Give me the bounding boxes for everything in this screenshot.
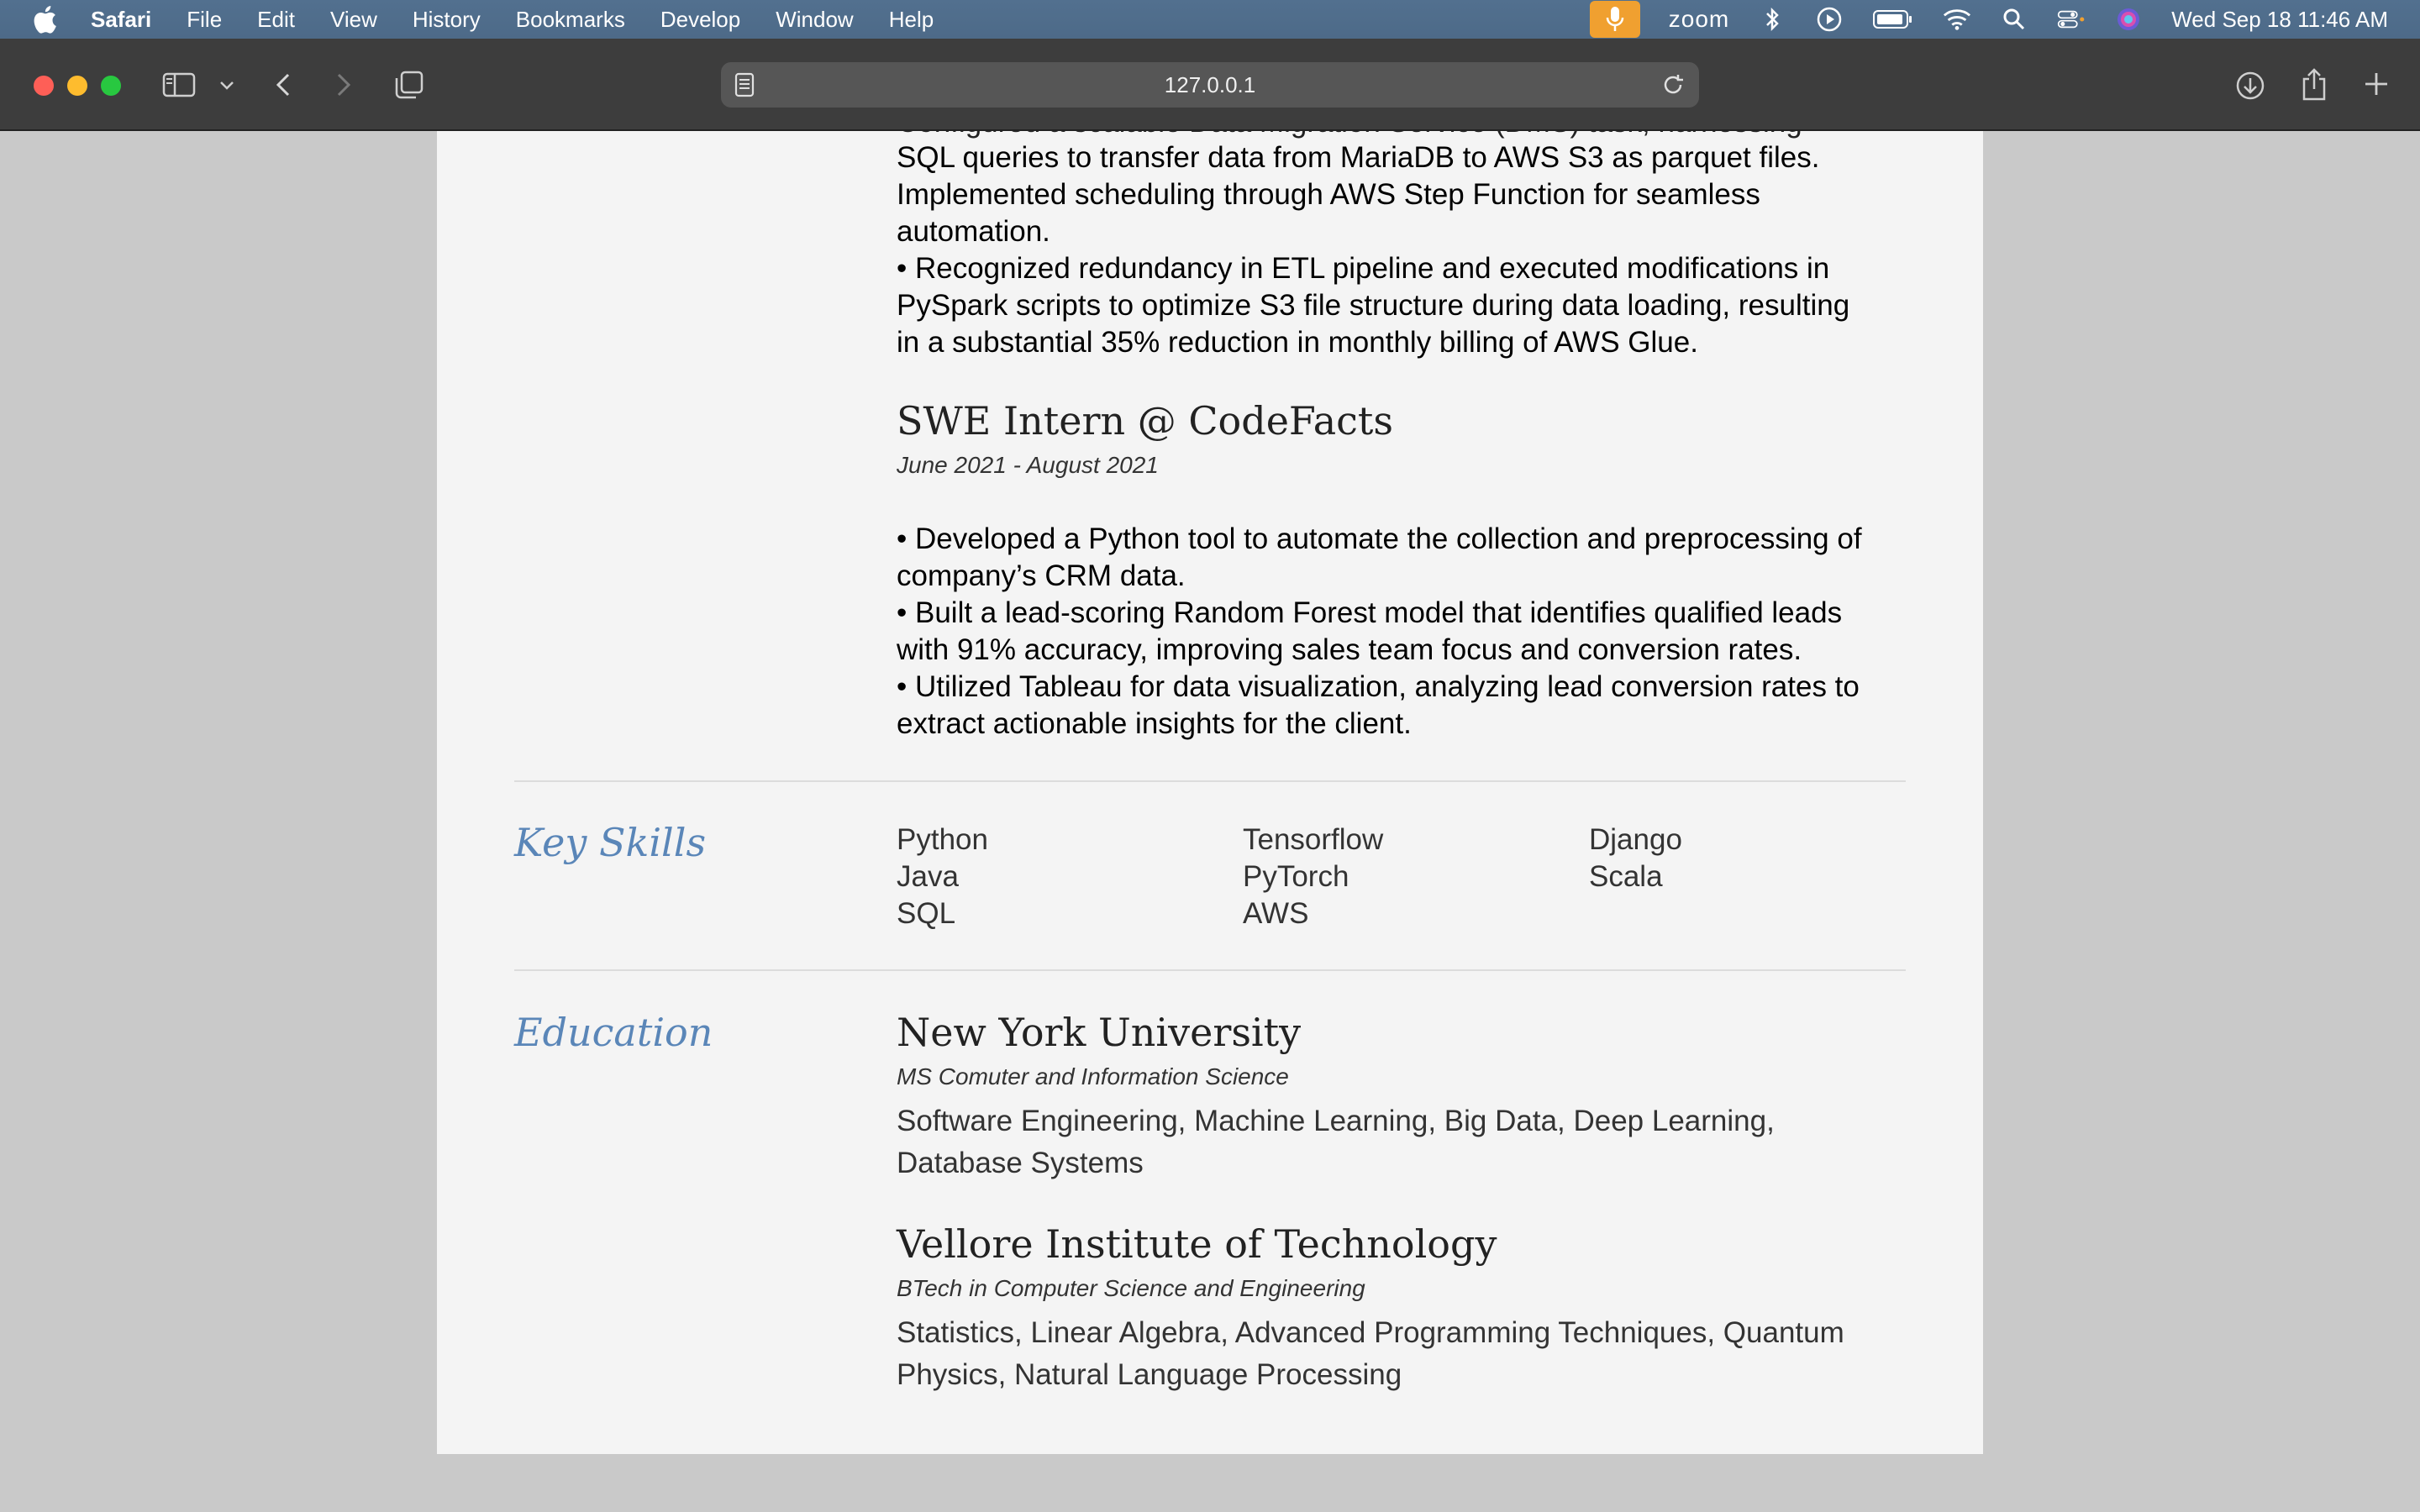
apple-logo-icon[interactable] <box>32 5 57 34</box>
section-divider <box>514 969 1906 971</box>
coursework-line: Database Systems <box>897 1147 1144 1179</box>
menu-history[interactable]: History <box>413 7 481 33</box>
job2-bullet-line: • Built a lead-scoring Random Forest mod… <box>897 596 1843 629</box>
microphone-icon[interactable] <box>1589 1 1640 38</box>
skill-item: Scala <box>1589 860 1663 893</box>
section-divider <box>514 780 1906 782</box>
close-window-button[interactable] <box>34 76 54 96</box>
job2-bullet-line: • Developed a Python tool to automate th… <box>897 522 1862 555</box>
fullscreen-window-button[interactable] <box>101 76 121 96</box>
coursework-line: Software Engineering, Machine Learning, … <box>897 1105 1775 1137</box>
now-playing-icon[interactable] <box>1815 5 1844 34</box>
forward-arrow-icon[interactable] <box>331 71 356 99</box>
menu-bar: Safari File Edit View History Bookmarks … <box>0 0 2420 39</box>
job1-bullet2-line3: in a substantial 35% reduction in monthl… <box>897 326 1698 359</box>
sidebar-toggle-icon[interactable] <box>161 71 197 99</box>
browser-toolbar: 127.0.0.1 <box>0 39 2420 131</box>
share-icon[interactable] <box>2297 66 2331 102</box>
minimize-window-button[interactable] <box>67 76 87 96</box>
menu-bar-clock[interactable]: Wed Sep 18 11:46 AM <box>2171 7 2388 33</box>
skill-item: Django <box>1589 823 1682 856</box>
page-reader-icon[interactable] <box>734 72 755 103</box>
school-name: New York University <box>897 1010 1302 1055</box>
school-name: Vellore Institute of Technology <box>897 1221 1497 1267</box>
job2-bullet-line: with 91% accuracy, improving sales team … <box>897 633 1802 666</box>
job1-bullet2-line2: PySpark scripts to optimize S3 file stru… <box>897 289 1850 322</box>
section-heading-skills: Key Skills <box>514 820 707 865</box>
degree: MS Comuter and Information Science <box>897 1063 1289 1089</box>
degree: BTech in Computer Science and Engineerin… <box>897 1275 1365 1301</box>
url-text: 127.0.0.1 <box>1164 71 1256 97</box>
skill-item: PyTorch <box>1243 860 1349 893</box>
skill-item: Tensorflow <box>1243 823 1384 856</box>
coursework-line: Statistics, Linear Algebra, Advanced Pro… <box>897 1316 1844 1349</box>
skills-grid: Python Tensorflow Django Java PyTorch Sc… <box>897 822 1935 932</box>
new-tab-plus-icon[interactable] <box>2361 69 2391 99</box>
job2-bullet-line: extract actionable insights for the clie… <box>897 707 1412 740</box>
skill-item: Python <box>897 823 988 856</box>
skill-item <box>1589 895 1935 932</box>
downloads-icon[interactable] <box>2233 69 2267 102</box>
tab-overview-icon[interactable] <box>393 69 425 101</box>
menu-safari[interactable]: Safari <box>91 7 151 33</box>
job1-bullet1-line2: Implemented scheduling through AWS Step … <box>897 178 1760 211</box>
chevron-down-icon[interactable] <box>217 76 237 96</box>
section-heading-education: Education <box>514 1010 713 1055</box>
menu-window[interactable]: Window <box>776 7 853 33</box>
spotlight-search-icon[interactable] <box>2000 5 2028 34</box>
zoom-status-item[interactable]: zoom <box>1669 6 1729 33</box>
job1-bullet1-line3: automation. <box>897 215 1050 248</box>
menu-help[interactable]: Help <box>889 7 934 33</box>
resume-document: Configured a scalable Data Migration Ser… <box>437 131 1983 1454</box>
bluetooth-icon[interactable] <box>1758 5 1786 34</box>
skill-item: SQL <box>897 897 956 930</box>
skill-item: AWS <box>1243 897 1309 930</box>
job2-bullet-line: company’s CRM data. <box>897 559 1186 592</box>
menu-develop[interactable]: Develop <box>660 7 740 33</box>
job2-bullet-line: • Utilized Tableau for data visualizatio… <box>897 670 1860 703</box>
address-bar[interactable]: 127.0.0.1 <box>721 62 1699 108</box>
menu-bookmarks[interactable]: Bookmarks <box>516 7 625 33</box>
menu-file[interactable]: File <box>187 7 222 33</box>
job1-bullet2-line1: • Recognized redundancy in ETL pipeline … <box>897 252 1830 285</box>
job-title: SWE Intern @ CodeFacts <box>897 398 1393 444</box>
battery-icon[interactable] <box>1872 5 1914 34</box>
control-center-icon[interactable] <box>2057 5 2086 34</box>
job1-bullet1-line1: SQL queries to transfer data from MariaD… <box>897 141 1820 174</box>
wifi-icon[interactable] <box>1943 5 1971 34</box>
menu-view[interactable]: View <box>330 7 377 33</box>
siri-icon[interactable] <box>2114 5 2143 34</box>
reload-icon[interactable] <box>1660 72 1686 103</box>
job-date: June 2021 - August 2021 <box>897 452 1159 478</box>
coursework-line: Physics, Natural Language Processing <box>897 1358 1402 1391</box>
menu-edit[interactable]: Edit <box>257 7 295 33</box>
back-arrow-icon[interactable] <box>271 71 296 99</box>
skill-item: Java <box>897 860 959 893</box>
web-page-viewport[interactable]: Configured a scalable Data Migration Ser… <box>0 131 2420 1512</box>
